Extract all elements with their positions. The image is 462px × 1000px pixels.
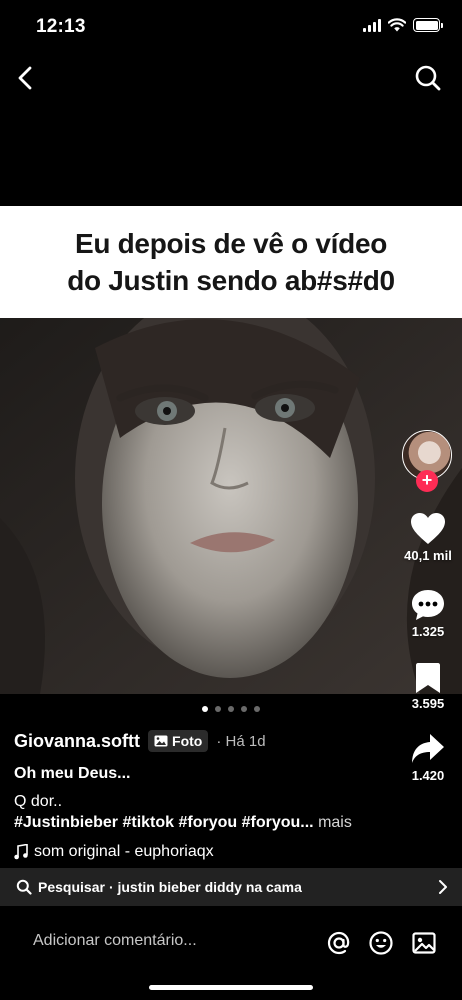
status-bar: 12:13 xyxy=(0,0,462,54)
carousel-dot[interactable] xyxy=(241,706,247,712)
caption-line-2: do Justin sendo ab#s#d0 xyxy=(67,265,395,296)
cellular-signal-icon xyxy=(363,18,381,32)
post-description: Q dor.. xyxy=(14,793,63,810)
save-button[interactable]: 3.595 xyxy=(400,662,456,711)
search-icon xyxy=(16,879,32,895)
photo-badge-label: Foto xyxy=(172,733,203,749)
carousel-dot[interactable] xyxy=(202,706,208,712)
search-suggestion-bar[interactable]: Pesquisar · justin bieber diddy na cama xyxy=(0,868,462,906)
post-title: Oh meu Deus... xyxy=(14,765,131,782)
comment-input[interactable]: Adicionar comentário... xyxy=(33,932,197,950)
chevron-right-icon xyxy=(439,880,447,894)
share-count: 1.420 xyxy=(411,768,445,783)
carousel-dot[interactable] xyxy=(215,706,221,712)
carousel-dots xyxy=(0,706,462,712)
wifi-icon xyxy=(388,18,406,32)
chevron-left-icon[interactable] xyxy=(12,62,40,94)
status-icons xyxy=(363,18,443,32)
search-suggestion-prefix: Pesquisar xyxy=(38,879,105,895)
more-link[interactable]: mais xyxy=(318,814,352,831)
post-info: Giovanna.softt Foto · Há 1d Oh meu Deus.… xyxy=(14,728,394,861)
mention-icon[interactable] xyxy=(326,930,352,956)
share-button[interactable]: 1.420 xyxy=(400,732,456,783)
hashtags-text[interactable]: #Justinbieber #tiktok #foryou #foryou... xyxy=(14,814,314,831)
author-name[interactable]: Giovanna.softt xyxy=(14,731,140,752)
like-button[interactable]: 40,1 mil xyxy=(400,512,456,563)
comment-bubble-icon xyxy=(412,590,444,620)
follow-button[interactable]: + xyxy=(416,470,438,492)
like-count: 40,1 mil xyxy=(404,548,452,563)
search-suggestion-query: · justin bieber diddy na cama xyxy=(108,879,302,895)
home-indicator[interactable] xyxy=(149,985,313,990)
post-photo[interactable] xyxy=(0,318,462,694)
comment-button[interactable]: 1.325 xyxy=(400,588,456,639)
carousel-dot[interactable] xyxy=(228,706,234,712)
caption-banner: Eu depois de vê o vídeo do Justin sendo … xyxy=(0,206,462,318)
music-row[interactable]: som original - euphoriaqx xyxy=(14,843,394,861)
emoji-icon[interactable] xyxy=(368,930,394,956)
portrait-image xyxy=(0,318,462,694)
post-time: · Há 1d xyxy=(216,732,266,750)
caption-line-1: Eu depois de vê o vídeo xyxy=(74,228,388,259)
battery-icon xyxy=(413,18,443,32)
photo-badge: Foto xyxy=(148,730,209,752)
share-arrow-icon xyxy=(412,734,444,763)
image-upload-icon[interactable] xyxy=(411,930,437,956)
carousel-dot[interactable] xyxy=(254,706,260,712)
comment-bar: Adicionar comentário... xyxy=(0,906,462,1000)
search-icon[interactable] xyxy=(414,64,442,92)
post-hashtags[interactable]: #Justinbieber #tiktok #foryou #foryou...… xyxy=(14,812,394,833)
music-title[interactable]: som original - euphoriaqx xyxy=(34,843,214,861)
comment-count: 1.325 xyxy=(411,624,445,639)
music-note-icon xyxy=(14,844,28,860)
bookmark-icon xyxy=(416,663,440,693)
status-time: 12:13 xyxy=(36,16,86,37)
heart-icon xyxy=(411,513,445,544)
image-icon xyxy=(154,735,168,747)
